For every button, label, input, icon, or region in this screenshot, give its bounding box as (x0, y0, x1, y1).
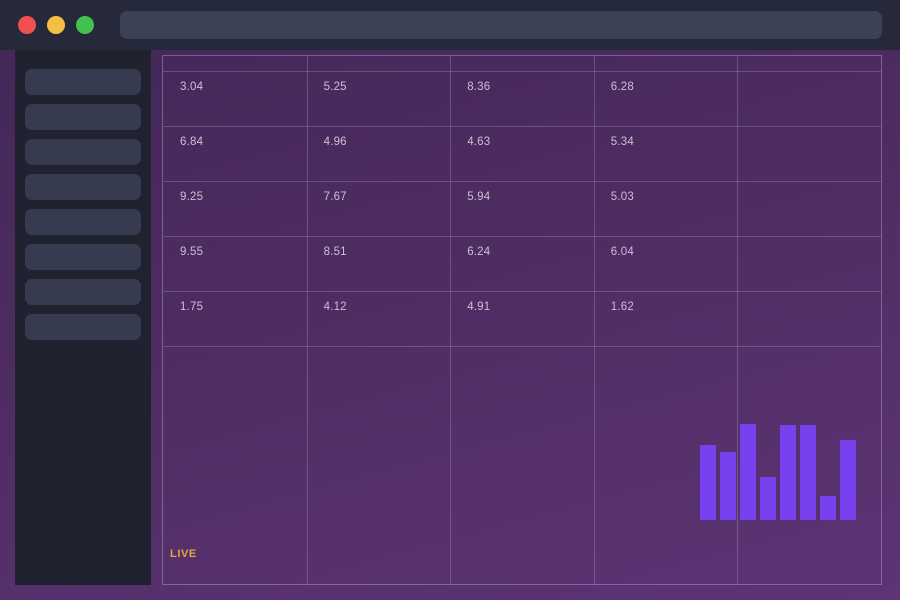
grid-cell: 6.28 (611, 81, 634, 93)
grid-hline (163, 236, 881, 237)
grid-cell: 7.67 (324, 191, 347, 203)
minimize-button[interactable] (47, 16, 65, 34)
chart-bar (840, 440, 856, 520)
grid-cell: 8.36 (467, 81, 490, 93)
chart-bar (760, 477, 776, 520)
chart-bar (740, 424, 756, 520)
grid-cell: 4.63 (467, 136, 490, 148)
title-bar (0, 0, 900, 50)
grid-cell: 6.24 (467, 246, 490, 258)
chart-bar (800, 425, 816, 520)
grid-cell: 5.03 (611, 191, 634, 203)
sidebar-item[interactable] (25, 174, 141, 200)
chart-bar (780, 425, 796, 520)
bar-chart (700, 420, 857, 520)
sidebar-item[interactable] (25, 244, 141, 270)
grid-cell: 3.04 (180, 81, 203, 93)
sidebar-item[interactable] (25, 104, 141, 130)
grid-vline (307, 56, 308, 584)
close-button[interactable] (18, 16, 36, 34)
grid-hline (163, 126, 881, 127)
live-status-badge: LIVE (170, 548, 197, 560)
grid-hline (163, 181, 881, 182)
grid-cell: 4.96 (324, 136, 347, 148)
grid-hline (163, 71, 881, 72)
grid-cell: 9.55 (180, 246, 203, 258)
zoom-button[interactable] (76, 16, 94, 34)
grid-cell: 8.51 (324, 246, 347, 258)
grid-cell: 4.12 (324, 301, 347, 313)
chart-bar (720, 452, 736, 520)
grid-cell: 9.25 (180, 191, 203, 203)
grid-cell: 1.62 (611, 301, 634, 313)
grid-vline (450, 56, 451, 584)
chart-bar (700, 445, 716, 520)
grid-hline (163, 346, 881, 347)
sidebar-item[interactable] (25, 314, 141, 340)
grid-cell: 1.75 (180, 301, 203, 313)
grid-cell: 5.25 (324, 81, 347, 93)
address-bar[interactable] (120, 11, 882, 39)
grid-cell: 4.91 (467, 301, 490, 313)
grid-cell: 6.84 (180, 136, 203, 148)
grid-cell: 5.34 (611, 136, 634, 148)
grid-vline (594, 56, 595, 584)
sidebar-item[interactable] (25, 279, 141, 305)
grid-cell: 6.04 (611, 246, 634, 258)
grid-hline (163, 291, 881, 292)
sidebar-item[interactable] (25, 139, 141, 165)
sidebar-item[interactable] (25, 69, 141, 95)
chart-bar (820, 496, 836, 520)
sidebar-item[interactable] (25, 209, 141, 235)
grid-cell: 5.94 (467, 191, 490, 203)
sidebar (15, 50, 151, 585)
